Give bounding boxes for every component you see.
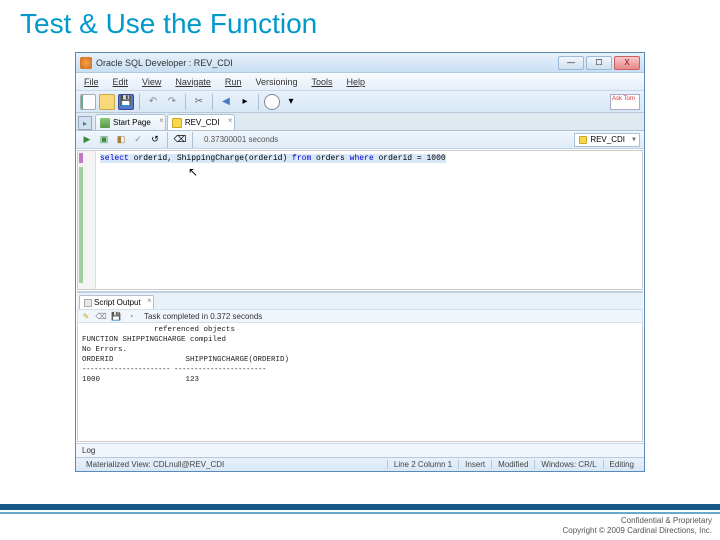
output-tabs: Script Output × <box>77 293 643 309</box>
cut-icon[interactable]: ✂ <box>191 94 207 110</box>
clear-icon[interactable]: ⌫ <box>173 133 187 147</box>
commit-icon[interactable]: ✓ <box>131 133 145 147</box>
run-statement-icon[interactable]: ▶ <box>80 133 94 147</box>
close-button[interactable]: X <box>614 56 640 70</box>
app-icon <box>80 57 92 69</box>
output-toolbar: ✎ ⌫ 💾 ◔ Task completed in 0.372 seconds <box>77 309 643 323</box>
separator <box>192 132 193 148</box>
statusbar: Materialized View: CDLnull@REV_CDI Line … <box>76 457 644 471</box>
tab-start-page[interactable]: Start Page × <box>95 114 166 130</box>
separator <box>185 94 186 110</box>
sql-toolbar: ▶ ▣ ◧ ✓ ↺ ⌫ 0.37300001 seconds REV_CDI <box>76 131 644 149</box>
ask-tom-box[interactable]: Ask Tom <box>610 94 640 110</box>
footer-band-thin <box>0 512 720 514</box>
elapsed-time-label: 0.37300001 seconds <box>204 135 278 144</box>
erase-icon[interactable]: ⌫ <box>95 310 107 322</box>
start-page-icon <box>100 118 110 128</box>
tab-close-icon[interactable]: × <box>159 116 164 125</box>
menu-file[interactable]: File <box>80 77 103 87</box>
status-mode: Insert <box>458 460 491 469</box>
footer-band <box>0 504 720 510</box>
status-conn: Windows: CR/L <box>534 460 602 469</box>
menubar: File Edit View Navigate Run Versioning T… <box>76 73 644 91</box>
run-script-icon[interactable]: ▣ <box>97 133 111 147</box>
status-left: Materialized View: CDLnull@REV_CDI <box>80 460 387 469</box>
task-timer-icon[interactable]: ◔ <box>125 310 137 322</box>
output-status-label: Task completed in 0.372 seconds <box>144 312 262 321</box>
find-icon[interactable] <box>264 94 280 110</box>
open-icon[interactable] <box>99 94 115 110</box>
save-output-icon[interactable]: 💾 <box>110 310 122 322</box>
tab-script-output[interactable]: Script Output × <box>79 295 154 309</box>
script-output-icon <box>84 299 92 307</box>
sql-editor[interactable]: select orderid, ShippingCharge(orderid) … <box>77 150 643 290</box>
tab-label: Script Output <box>94 298 141 307</box>
undo-icon[interactable]: ↶ <box>145 94 161 110</box>
tab-close-icon[interactable]: × <box>147 296 152 305</box>
panel-toggle-icon[interactable]: ▸ <box>78 116 92 130</box>
main-toolbar: 💾 ↶ ↷ ✂ ◀ ▸ ▾ Ask Tom <box>76 91 644 113</box>
log-button[interactable]: Log <box>78 446 99 455</box>
gutter-marker <box>78 151 84 289</box>
maximize-button[interactable]: ☐ <box>586 56 612 70</box>
editor-content[interactable]: select orderid, ShippingCharge(orderid) … <box>100 154 446 163</box>
minimize-button[interactable]: — <box>558 56 584 70</box>
rollback-icon[interactable]: ↺ <box>148 133 162 147</box>
menu-versioning[interactable]: Versioning <box>251 77 301 87</box>
menu-tools[interactable]: Tools <box>307 77 336 87</box>
dropdown-icon[interactable]: ▾ <box>283 94 299 110</box>
separator <box>167 132 168 148</box>
window-controls: — ☐ X <box>558 56 640 70</box>
editor-gutter <box>78 151 96 289</box>
tab-close-icon[interactable]: × <box>228 116 233 125</box>
sql-worksheet-icon <box>172 118 182 128</box>
titlebar: Oracle SQL Developer : REV_CDI — ☐ X <box>76 53 644 73</box>
separator <box>258 94 259 110</box>
mouse-cursor-icon: ↖ <box>188 165 198 179</box>
footer-line2: Copyright © 2009 Cardinal Directions, In… <box>562 526 712 536</box>
status-editing: Editing <box>603 460 640 469</box>
tab-worksheet[interactable]: REV_CDI × <box>167 114 235 130</box>
menu-edit[interactable]: Edit <box>109 77 133 87</box>
editor-tabs-row: ▸ Start Page × REV_CDI × <box>76 113 644 131</box>
redo-icon[interactable]: ↷ <box>164 94 180 110</box>
explain-plan-icon[interactable]: ◧ <box>114 133 128 147</box>
separator <box>212 94 213 110</box>
connection-icon <box>579 136 587 144</box>
menu-view[interactable]: View <box>138 77 165 87</box>
forward-icon[interactable]: ▸ <box>237 94 253 110</box>
footer-line1: Confidential & Proprietary <box>562 516 712 526</box>
new-icon[interactable] <box>80 94 96 110</box>
save-icon[interactable]: 💾 <box>118 94 134 110</box>
menu-help[interactable]: Help <box>342 77 369 87</box>
connection-label: REV_CDI <box>590 135 625 144</box>
menu-run[interactable]: Run <box>221 77 246 87</box>
window-title: Oracle SQL Developer : REV_CDI <box>96 58 558 68</box>
output-text[interactable]: referenced objects FUNCTION SHIPPINGCHAR… <box>77 323 643 442</box>
separator <box>139 94 140 110</box>
status-cursor: Line 2 Column 1 <box>387 460 458 469</box>
slide-title: Test & Use the Function <box>0 0 720 52</box>
connection-dropdown[interactable]: REV_CDI <box>574 133 640 147</box>
log-bar: Log <box>76 443 644 457</box>
menu-navigate[interactable]: Navigate <box>171 77 215 87</box>
pencil-icon[interactable]: ✎ <box>80 310 92 322</box>
status-modified: Modified <box>491 460 534 469</box>
tab-label: REV_CDI <box>185 118 220 127</box>
footer-text: Confidential & Proprietary Copyright © 2… <box>562 516 712 536</box>
back-icon[interactable]: ◀ <box>218 94 234 110</box>
tab-label: Start Page <box>113 118 151 127</box>
output-panel: Script Output × ✎ ⌫ 💾 ◔ Task completed i… <box>77 291 643 442</box>
app-window: Oracle SQL Developer : REV_CDI — ☐ X Fil… <box>75 52 645 472</box>
content-area: ▸ Start Page × REV_CDI × ▶ ▣ ◧ ✓ ↺ ⌫ 0.3… <box>76 113 644 457</box>
